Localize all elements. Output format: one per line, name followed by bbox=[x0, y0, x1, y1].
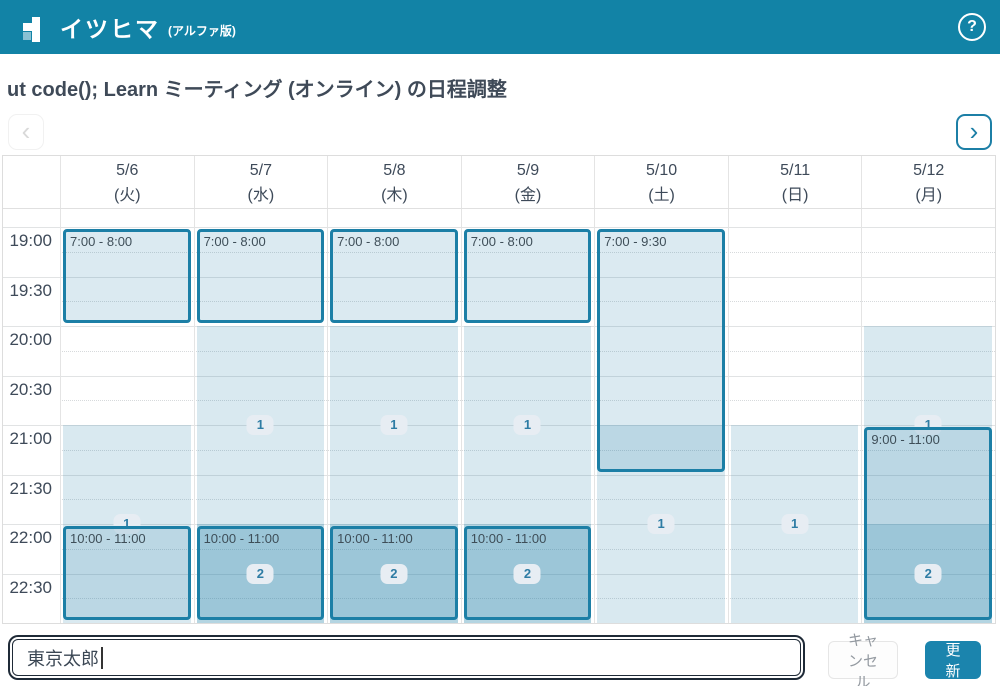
next-week-button[interactable]: › bbox=[956, 114, 992, 150]
event-time-label: 10:00 - 11:00 bbox=[333, 529, 455, 546]
event-time-label: 7:00 - 8:00 bbox=[333, 232, 455, 249]
grid-header-row: 5/6(火)5/7(水)5/8(木)5/9(金)5/10(土)5/11(日)5/… bbox=[3, 156, 995, 209]
help-icon[interactable]: ? bbox=[958, 13, 986, 41]
previous-week-button: ‹ bbox=[8, 114, 44, 150]
question-mark-glyph: ? bbox=[967, 18, 977, 36]
day-date-label: 5/7 bbox=[195, 158, 328, 183]
text-caret bbox=[101, 647, 103, 669]
update-button[interactable]: 更新 bbox=[925, 641, 981, 679]
day-column-5-10[interactable]: 1 7:00 - 9:30 bbox=[594, 209, 728, 623]
day-column-5-7[interactable]: 1 2 7:00 - 8:00 10:00 - 11:00 bbox=[194, 209, 328, 623]
availability-count-badge: 1 bbox=[648, 514, 675, 534]
day-weekday-label: (木) bbox=[328, 183, 461, 208]
cancel-button[interactable]: キャンセル bbox=[828, 641, 898, 679]
event-block[interactable]: 9:00 - 11:00 bbox=[864, 427, 992, 620]
event-time-label: 7:00 - 8:00 bbox=[200, 232, 322, 249]
schedule-grid: 5/6(火)5/7(水)5/8(木)5/9(金)5/10(土)5/11(日)5/… bbox=[2, 155, 996, 624]
day-date-label: 5/8 bbox=[328, 158, 461, 183]
time-label-19-30: 19:30 bbox=[3, 281, 52, 301]
day-weekday-label: (火) bbox=[61, 183, 194, 208]
app-title: イツヒマ bbox=[60, 10, 160, 44]
day-header-5-11: 5/11(日) bbox=[728, 156, 862, 208]
day-header-5-7: 5/7(水) bbox=[194, 156, 328, 208]
day-header-5-12: 5/12(月) bbox=[861, 156, 995, 208]
day-date-label: 5/12 bbox=[862, 158, 995, 183]
availability-count-badge: 1 bbox=[514, 415, 541, 435]
day-date-label: 5/10 bbox=[595, 158, 728, 183]
day-column-5-6[interactable]: 17:00 - 8:0010:00 - 11:00 bbox=[60, 209, 194, 623]
day-header-5-10: 5/10(土) bbox=[594, 156, 728, 208]
availability-count-badge: 2 bbox=[247, 564, 274, 584]
time-label-22-00: 22:00 bbox=[3, 528, 52, 548]
time-label-20-00: 20:00 bbox=[3, 330, 52, 350]
day-header-5-8: 5/8(木) bbox=[327, 156, 461, 208]
event-time-label: 10:00 - 11:00 bbox=[200, 529, 322, 546]
event-time-label: 10:00 - 11:00 bbox=[467, 529, 589, 546]
alpha-version-label: (アルファ版) bbox=[168, 22, 236, 39]
day-weekday-label: (土) bbox=[595, 183, 728, 208]
availability-count-badge: 2 bbox=[380, 564, 407, 584]
event-time-label: 7:00 - 9:30 bbox=[600, 232, 722, 249]
availability-count-badge: 1 bbox=[247, 415, 274, 435]
top-header-bar: イツヒマ (アルファ版) ? bbox=[0, 0, 1000, 54]
event-time-label: 7:00 - 8:00 bbox=[467, 232, 589, 249]
time-label-21-30: 21:30 bbox=[3, 479, 52, 499]
event-block[interactable]: 7:00 - 8:00 bbox=[330, 229, 458, 323]
day-header-5-6: 5/6(火) bbox=[60, 156, 194, 208]
page-title: ut code(); Learn ミーティング (オンライン) の日程調整 bbox=[7, 73, 507, 102]
event-block[interactable]: 7:00 - 8:00 bbox=[464, 229, 592, 323]
event-block[interactable]: 7:00 - 9:30 bbox=[597, 229, 725, 472]
availability-count-badge: 2 bbox=[915, 564, 942, 584]
day-column-5-9[interactable]: 1 2 7:00 - 8:00 10:00 - 11:00 bbox=[461, 209, 595, 623]
name-input-wrapper bbox=[8, 635, 805, 680]
time-label-21-00: 21:00 bbox=[3, 429, 52, 449]
day-date-label: 5/11 bbox=[729, 158, 862, 183]
availability-count-badge: 2 bbox=[514, 564, 541, 584]
day-weekday-label: (水) bbox=[195, 183, 328, 208]
day-column-5-8[interactable]: 1 2 7:00 - 8:00 10:00 - 11:00 bbox=[327, 209, 461, 623]
availability-count-badge: 1 bbox=[781, 514, 808, 534]
app-logo-icon bbox=[14, 8, 52, 46]
chevron-left-icon: ‹ bbox=[22, 118, 31, 144]
event-block[interactable]: 10:00 - 11:00 bbox=[63, 526, 191, 620]
day-date-label: 5/6 bbox=[61, 158, 194, 183]
app-window: イツヒマ (アルファ版) ? ut code(); Learn ミーティング (… bbox=[0, 0, 1000, 686]
day-column-5-11[interactable]: 1 bbox=[728, 209, 862, 623]
time-label-20-30: 20:30 bbox=[3, 380, 52, 400]
day-weekday-label: (月) bbox=[862, 183, 995, 208]
event-time-label: 7:00 - 8:00 bbox=[66, 232, 188, 249]
availability-count-badge: 1 bbox=[380, 415, 407, 435]
day-column-5-12[interactable]: 129:00 - 11:00 bbox=[861, 209, 995, 623]
day-weekday-label: (金) bbox=[462, 183, 595, 208]
event-block[interactable]: 7:00 - 8:00 bbox=[63, 229, 191, 323]
event-time-label: 9:00 - 11:00 bbox=[867, 430, 989, 447]
chevron-right-icon: › bbox=[970, 118, 979, 144]
day-header-5-9: 5/9(金) bbox=[461, 156, 595, 208]
name-input[interactable] bbox=[12, 639, 801, 676]
event-block[interactable]: 7:00 - 8:00 bbox=[197, 229, 325, 323]
time-label-22-30: 22:30 bbox=[3, 578, 52, 598]
day-weekday-label: (日) bbox=[729, 183, 862, 208]
day-date-label: 5/9 bbox=[462, 158, 595, 183]
calendar-body: 19:00 19:30 20:00 20:30 21:00 21:30 22:00 22:30… bbox=[3, 209, 995, 623]
event-time-label: 10:00 - 11:00 bbox=[66, 529, 188, 546]
time-label-19-00: 19:00 bbox=[3, 231, 52, 251]
